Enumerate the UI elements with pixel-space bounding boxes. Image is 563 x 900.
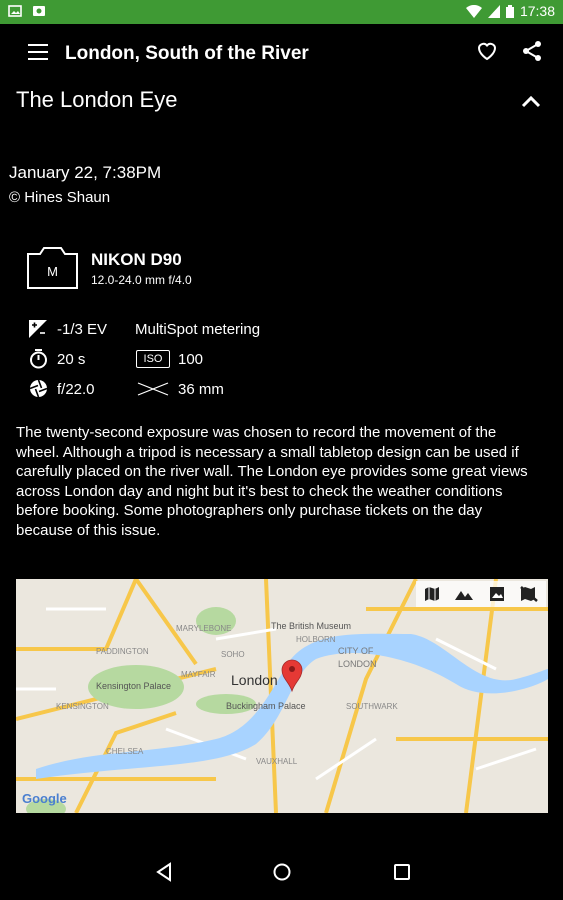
map-label-kensington: KENSINGTON (56, 702, 109, 711)
aperture-value: f/22.0 (57, 381, 95, 398)
iso-badge: ISO (136, 350, 170, 368)
map-label-paddington: PADDINGTON (96, 647, 149, 656)
map-label-vauxhall: VAUXHALL (256, 757, 298, 766)
back-icon[interactable] (155, 862, 173, 882)
map-label-soho: SOHO (221, 650, 245, 659)
home-icon[interactable] (272, 862, 292, 882)
chevron-up-icon[interactable] (519, 92, 543, 110)
signal-icon (487, 4, 500, 18)
metering-mode: MultiSpot metering (135, 321, 261, 338)
camera-mode-label: M (47, 264, 58, 279)
map-toolbar (416, 581, 546, 607)
recent-apps-icon[interactable] (393, 863, 411, 881)
map-label-marylebone: MARYLEBONE (176, 624, 231, 633)
app-title: London, South of the River (65, 43, 309, 64)
image-notification-icon (8, 5, 22, 17)
timer-icon (30, 349, 47, 369)
terrain-icon[interactable] (455, 587, 474, 601)
iso-value: 100 (178, 351, 204, 368)
status-bar: 17:38 (0, 0, 563, 24)
camera-icon: M (27, 247, 78, 289)
map-label-chelsea: CHELSEA (106, 747, 144, 756)
hide-map-icon[interactable] (520, 586, 539, 602)
favorite-heart-icon[interactable] (475, 39, 499, 63)
aperture-icon (29, 379, 48, 398)
map-label-british-museum: The British Museum (271, 621, 351, 631)
app-bar: London, South of the River (0, 24, 563, 84)
satellite-icon[interactable] (489, 586, 505, 602)
share-icon[interactable] (520, 39, 544, 63)
exposure-compensation: -1/3 EV (57, 321, 108, 338)
camera-name: NIKON D90 (91, 250, 182, 269)
map-label-holborn: HOLBORN (296, 635, 336, 644)
menu-icon[interactable] (28, 44, 48, 60)
battery-icon (505, 4, 514, 18)
location-map[interactable]: The British Museum Kensington Palace Buc… (16, 579, 548, 813)
lens-info: 12.0-24.0 mm f/4.0 (91, 273, 192, 287)
map-label-city-london: LONDON (338, 659, 377, 669)
map-canvas: The British Museum Kensington Palace Buc… (16, 579, 548, 813)
clock: 17:38 (519, 3, 555, 19)
shutter-speed: 20 s (57, 351, 86, 368)
photo-date: January 22, 7:38PM (9, 163, 162, 182)
map-label-kensington-palace: Kensington Palace (96, 681, 171, 691)
navigation-bar (0, 848, 563, 900)
focal-length-icon (137, 382, 169, 396)
focal-length: 36 mm (178, 381, 224, 398)
google-logo: Google (22, 791, 67, 806)
photo-description: The twenty-second exposure was chosen to… (16, 424, 528, 539)
map-city-label: London (231, 672, 278, 688)
map-label-mayfair: MAYFAIR (181, 670, 216, 679)
map-view-icon[interactable] (424, 586, 440, 602)
photo-author: © Hines Shaun (9, 189, 111, 206)
wifi-icon (465, 4, 482, 18)
map-label-city-of: CITY OF (338, 646, 374, 656)
exposure-icon (29, 320, 47, 338)
map-label-buckingham-palace: Buckingham Palace (226, 701, 306, 711)
section-title: The London Eye (16, 87, 178, 112)
map-label-southwark: SOUTHWARK (346, 702, 398, 711)
photo-notification-icon (33, 6, 45, 16)
